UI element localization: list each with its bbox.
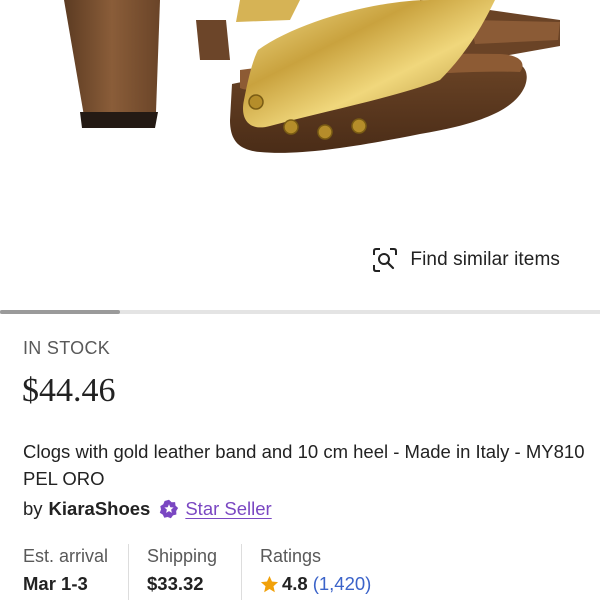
- gallery-scroll-thumb[interactable]: [0, 310, 120, 314]
- rating-score: 4.8: [282, 573, 308, 594]
- rating-count-link[interactable]: (1,420): [313, 573, 372, 595]
- shipping-cost[interactable]: Shipping $33.32: [147, 546, 217, 600]
- seller-name-link[interactable]: KiaraShoes: [49, 498, 151, 520]
- est-arrival-label: Est. arrival: [23, 546, 109, 566]
- find-similar-label: Find similar items: [410, 249, 560, 270]
- product-title: Clogs with gold leather band and 10 cm h…: [23, 441, 585, 489]
- seller-by-label: by: [23, 498, 43, 519]
- ratings[interactable]: Ratings 4.8 (1,420): [260, 546, 371, 600]
- est-arrival-value: Mar 1-3: [23, 573, 88, 594]
- star-badge-icon: [159, 499, 179, 519]
- product-image[interactable]: Find similar items: [0, 0, 600, 300]
- shipping-label: Shipping: [147, 546, 218, 566]
- gallery-scroll-track[interactable]: [0, 310, 600, 314]
- find-similar-button[interactable]: Find similar items: [372, 243, 560, 277]
- seller-info: by KiaraShoes Star Seller: [23, 498, 272, 520]
- est-arrival: Est. arrival Mar 1-3: [23, 546, 108, 600]
- listing-details: Est. arrival Mar 1-3 Shipping $33.32 Rat…: [0, 540, 600, 600]
- price: $44.46: [22, 372, 116, 409]
- shipping-value: $33.32: [147, 573, 204, 594]
- ratings-value: 4.8 (1,420): [260, 573, 371, 595]
- divider: [241, 544, 242, 600]
- star-seller-link[interactable]: Star Seller: [185, 498, 271, 520]
- star-icon: [260, 575, 279, 594]
- divider: [128, 544, 129, 600]
- ratings-label: Ratings: [260, 546, 322, 566]
- stock-status: IN STOCK: [23, 338, 111, 358]
- visual-search-icon: [372, 247, 398, 273]
- product-listing-page: Find similar items IN STOCK $44.46 Clogs…: [0, 0, 600, 600]
